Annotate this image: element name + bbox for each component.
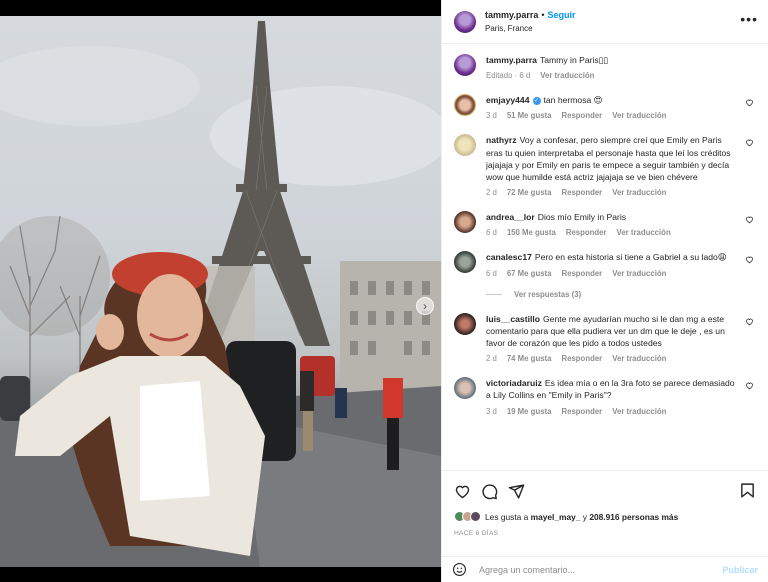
like-heart-icon[interactable]	[745, 138, 754, 147]
comment-username[interactable]: canalesc17	[486, 252, 532, 262]
comment-likes[interactable]: 19 Me gusta	[507, 407, 552, 416]
post-location[interactable]: Paris, France	[485, 22, 576, 35]
translate-button[interactable]: Ver traducción	[612, 407, 666, 416]
comment: nathyrz Voy a confesar, pero siempre creí…	[454, 134, 756, 197]
comment-username[interactable]: victoriadaruiz	[486, 378, 542, 388]
comment-input[interactable]	[479, 564, 723, 575]
comment: canalesc17 Pero en esta historia si tiene…	[454, 251, 756, 278]
reply-button[interactable]: Responder	[561, 407, 602, 416]
commenter-avatar[interactable]	[454, 211, 476, 234]
translate-button[interactable]: Ver traducción	[612, 354, 666, 363]
like-heart-icon[interactable]	[745, 381, 754, 390]
commenter-avatar[interactable]	[454, 377, 476, 400]
comment: andrea__lor Dios mío Emily in Paris 6 d 15…	[454, 211, 756, 237]
separator-dot: •	[541, 9, 545, 20]
publish-button[interactable]: Publicar	[722, 565, 758, 575]
comment-composer: Publicar	[442, 556, 768, 582]
translate-button[interactable]: Ver traducción	[617, 228, 671, 237]
liker-avatar	[470, 511, 481, 522]
comment-username[interactable]: emjayy444	[486, 95, 530, 105]
bookmark-save-icon[interactable]	[739, 482, 756, 499]
reply-button[interactable]: Responder	[561, 269, 602, 278]
comment-age: 3 d	[486, 406, 497, 416]
comment-text: Voy a confesar, pero siempre creí que Em…	[486, 135, 731, 183]
comment-age: 6 d	[486, 268, 497, 278]
comment: emjayy444 ✓ tan hermosa 😍 3 d 51 Me gusta Re…	[454, 94, 756, 120]
likes-summary[interactable]: Les gusta a mayel_may_ y 208.916 persona…	[454, 511, 756, 522]
comment-username[interactable]: andrea__lor	[486, 212, 535, 222]
comment-bubble-icon[interactable]	[481, 483, 498, 500]
liker-avatars	[454, 511, 481, 522]
likes-prefix: Les gusta a	[485, 511, 529, 522]
follow-button[interactable]: Seguir	[548, 10, 576, 20]
emoji-icon[interactable]	[452, 562, 467, 577]
more-options-icon[interactable]: •••	[740, 11, 758, 27]
commenter-avatar[interactable]	[454, 312, 476, 335]
view-replies-label[interactable]: Ver respuestas (3)	[514, 290, 581, 299]
comment-text: Dios mío Emily in Paris	[537, 212, 627, 223]
caption-username[interactable]: tammy.parra	[486, 55, 537, 65]
like-heart-icon[interactable]	[745, 98, 754, 107]
comment-likes[interactable]: 150 Me gusta	[507, 228, 556, 237]
author-avatar[interactable]	[454, 10, 476, 33]
comment-likes[interactable]: 67 Me gusta	[507, 269, 552, 278]
translate-button[interactable]: Ver traducción	[540, 71, 594, 80]
comment-likes[interactable]: 72 Me gusta	[507, 188, 552, 197]
comment-likes[interactable]: 51 Me gusta	[507, 111, 552, 120]
commenter-avatar[interactable]	[454, 251, 476, 274]
comment-age: 2 d	[486, 188, 497, 198]
reply-button[interactable]: Responder	[561, 111, 602, 120]
like-heart-icon[interactable]	[745, 215, 754, 224]
post-actions: Les gusta a mayel_may_ y 208.916 persona…	[442, 470, 768, 556]
reply-button[interactable]: Responder	[561, 188, 602, 197]
likes-user[interactable]: mayel_may_	[531, 512, 581, 522]
verified-badge-icon: ✓	[532, 96, 541, 105]
comment-age: 2 d	[486, 354, 497, 364]
like-heart-icon[interactable]	[454, 483, 471, 500]
eiffel-tower-photo	[0, 21, 441, 567]
replies-divider	[486, 293, 502, 295]
post-sidebar: tammy.parra • Seguir Paris, France ••• tam…	[441, 0, 768, 582]
caption-text: Tammy in Paris▯▯	[539, 55, 609, 65]
post-photo-pane: ›	[0, 0, 441, 582]
likes-joiner: y	[582, 511, 587, 522]
caption-edited: Editado · 6 d	[486, 71, 531, 81]
translate-button[interactable]: Ver traducción	[612, 188, 666, 197]
like-heart-icon[interactable]	[745, 255, 754, 264]
post-photo[interactable]: ›	[0, 16, 441, 567]
post-timestamp: HACE 6 DÍAS	[454, 530, 499, 537]
commenter-avatar[interactable]	[454, 134, 476, 157]
comment-likes[interactable]: 74 Me gusta	[507, 354, 552, 363]
author-username[interactable]: tammy.parra	[485, 10, 538, 20]
author-avatar[interactable]	[454, 54, 476, 76]
comment: victoriadaruiz Es idea mía o en la 3ra fo…	[454, 377, 756, 416]
translate-button[interactable]: Ver traducción	[612, 111, 666, 120]
likes-count[interactable]: 208.916 personas más	[589, 512, 678, 522]
comment: luis__castillo Gente me ayudarían mucho s…	[454, 312, 756, 364]
commenter-avatar[interactable]	[454, 94, 476, 117]
reply-button[interactable]: Responder	[566, 228, 607, 237]
comment-age: 6 d	[486, 228, 497, 238]
carousel-next-button[interactable]: ›	[416, 297, 434, 315]
post-header: tammy.parra • Seguir Paris, France •••	[442, 0, 768, 44]
like-heart-icon[interactable]	[745, 317, 754, 326]
comment-text: tan hermosa 😍	[543, 95, 603, 106]
comment-username[interactable]: luis__castillo	[486, 314, 540, 324]
comments-list[interactable]: tammy.parra Tammy in Paris▯▯ Editado · 6 …	[442, 44, 768, 470]
view-replies-button[interactable]: Ver respuestas (3)	[486, 290, 756, 299]
comment-age: 3 d	[486, 111, 497, 121]
reply-button[interactable]: Responder	[561, 354, 602, 363]
share-send-icon[interactable]	[508, 483, 525, 500]
translate-button[interactable]: Ver traducción	[612, 269, 666, 278]
comment-text: Pero en esta historia si tiene a Gabriel…	[534, 252, 727, 263]
comment-username[interactable]: nathyrz	[486, 135, 517, 145]
caption: tammy.parra Tammy in Paris▯▯ Editado · 6 …	[454, 54, 756, 80]
